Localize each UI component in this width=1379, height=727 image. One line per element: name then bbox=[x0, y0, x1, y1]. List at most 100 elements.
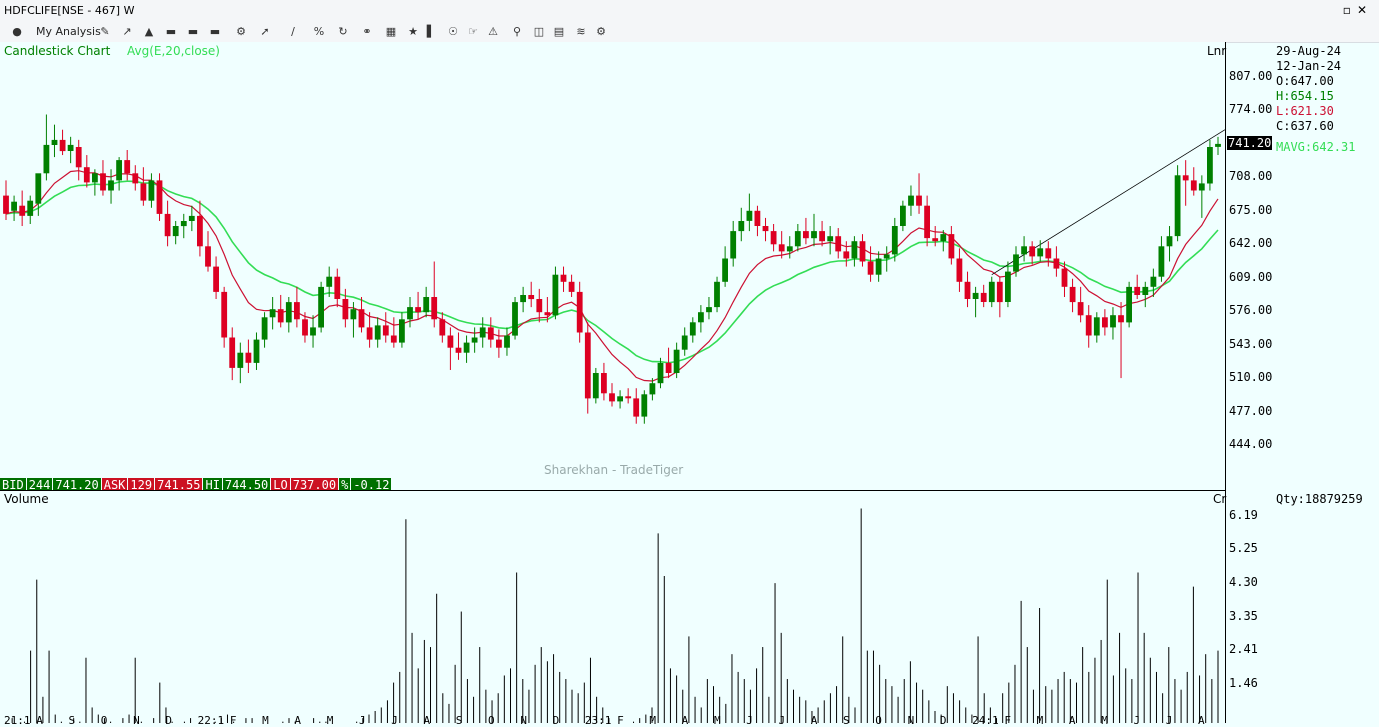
candle[interactable] bbox=[592, 367, 599, 404]
candle[interactable] bbox=[415, 291, 421, 320]
link-icon[interactable]: ⚭ bbox=[360, 25, 374, 39]
candle[interactable] bbox=[633, 388, 640, 424]
candle[interactable] bbox=[1093, 312, 1100, 343]
cursor-icon[interactable]: ➚ bbox=[258, 25, 272, 39]
candle[interactable] bbox=[390, 317, 397, 348]
candle[interactable] bbox=[1013, 246, 1019, 277]
candle[interactable] bbox=[988, 276, 995, 308]
candle[interactable] bbox=[625, 388, 632, 404]
candle[interactable] bbox=[148, 173, 155, 208]
price-chart[interactable] bbox=[0, 42, 1226, 490]
candle[interactable] bbox=[996, 276, 1003, 318]
candle[interactable] bbox=[237, 342, 244, 384]
candle[interactable] bbox=[124, 149, 131, 181]
candle[interactable] bbox=[334, 268, 341, 308]
candle[interactable] bbox=[188, 205, 195, 232]
candle[interactable] bbox=[576, 281, 583, 343]
candle[interactable] bbox=[956, 248, 963, 292]
pointer-icon[interactable]: ☞ bbox=[466, 25, 480, 39]
candle[interactable] bbox=[1134, 274, 1141, 300]
candle[interactable] bbox=[1142, 281, 1149, 308]
line-chart-icon[interactable]: ≋ bbox=[574, 25, 588, 39]
candle[interactable] bbox=[1021, 236, 1027, 262]
candle[interactable] bbox=[277, 294, 284, 328]
candle[interactable] bbox=[875, 251, 882, 282]
candle[interactable] bbox=[19, 190, 26, 227]
candle[interactable] bbox=[399, 312, 405, 348]
candle[interactable] bbox=[310, 315, 316, 348]
candle[interactable] bbox=[132, 165, 139, 191]
candle[interactable] bbox=[770, 223, 777, 252]
candle[interactable] bbox=[1118, 302, 1124, 379]
candle[interactable] bbox=[43, 114, 50, 181]
my-analysis-button[interactable]: My Analysis bbox=[36, 24, 101, 40]
candle[interactable] bbox=[1077, 286, 1084, 323]
candle[interactable] bbox=[673, 342, 680, 379]
table-icon[interactable]: ▦ bbox=[384, 25, 398, 39]
candle[interactable] bbox=[269, 296, 276, 330]
candle[interactable] bbox=[843, 241, 850, 267]
candle[interactable] bbox=[738, 207, 745, 242]
candle[interactable] bbox=[180, 213, 187, 239]
candle[interactable] bbox=[197, 200, 203, 257]
candle[interactable] bbox=[1182, 160, 1189, 206]
candle[interactable] bbox=[261, 312, 268, 348]
window-controls[interactable]: ▫✕ bbox=[1343, 3, 1373, 17]
candle[interactable] bbox=[205, 231, 211, 272]
candle[interactable] bbox=[827, 226, 834, 255]
candle[interactable] bbox=[851, 236, 858, 267]
candle[interactable] bbox=[1061, 261, 1068, 297]
drawing-tools-icon[interactable]: ✎ bbox=[98, 25, 112, 39]
candle[interactable] bbox=[67, 136, 74, 164]
restore-icon[interactable]: ▫ bbox=[1343, 3, 1357, 17]
zoom-icon[interactable]: ⚲ bbox=[510, 25, 524, 39]
candle[interactable] bbox=[698, 305, 704, 333]
volume-scale-mode[interactable]: Cr bbox=[1213, 492, 1226, 506]
candle[interactable] bbox=[100, 160, 106, 196]
candle[interactable] bbox=[1215, 136, 1221, 156]
candle[interactable] bbox=[245, 339, 252, 374]
entry-icon[interactable]: ▬ bbox=[164, 25, 178, 39]
candle[interactable] bbox=[431, 261, 438, 328]
candle[interactable] bbox=[1207, 139, 1213, 191]
candle[interactable] bbox=[164, 200, 171, 247]
candle[interactable] bbox=[455, 332, 462, 360]
candle[interactable] bbox=[762, 217, 769, 242]
candle[interactable] bbox=[1158, 236, 1165, 282]
candle[interactable] bbox=[706, 296, 712, 320]
candle[interactable] bbox=[59, 129, 66, 156]
candle[interactable] bbox=[601, 362, 607, 401]
candle[interactable] bbox=[916, 173, 922, 214]
scale-mode-label[interactable]: Lnr bbox=[1207, 44, 1226, 58]
candle[interactable] bbox=[374, 317, 381, 348]
candle[interactable] bbox=[447, 327, 454, 370]
candle[interactable] bbox=[964, 271, 971, 308]
candle[interactable] bbox=[754, 205, 761, 237]
candle[interactable] bbox=[1174, 165, 1181, 242]
candle[interactable] bbox=[908, 185, 914, 216]
candle[interactable] bbox=[407, 296, 413, 328]
stop-icon[interactable]: ▬ bbox=[186, 25, 200, 39]
candle[interactable] bbox=[172, 220, 179, 245]
export-icon[interactable]: ◫ bbox=[532, 25, 546, 39]
globe-icon[interactable]: ☉ bbox=[446, 25, 460, 39]
bar-chart-icon[interactable]: ▌ bbox=[424, 25, 438, 39]
candle[interactable] bbox=[1198, 175, 1205, 218]
calendar-icon[interactable]: ▤ bbox=[552, 25, 566, 39]
candle[interactable] bbox=[552, 266, 559, 320]
candle[interactable] bbox=[285, 296, 292, 333]
candle[interactable] bbox=[221, 286, 228, 348]
candle[interactable] bbox=[584, 322, 591, 414]
candle[interactable] bbox=[819, 220, 825, 247]
candle[interactable] bbox=[463, 335, 470, 363]
candle[interactable] bbox=[924, 195, 930, 247]
candle[interactable] bbox=[156, 173, 163, 221]
candle[interactable] bbox=[900, 200, 906, 232]
fibonacci-icon[interactable]: % bbox=[312, 25, 326, 39]
settings-icon[interactable]: ⚙ bbox=[234, 25, 248, 39]
volume-panel[interactable] bbox=[0, 491, 1225, 727]
candle[interactable] bbox=[439, 312, 446, 343]
candle[interactable] bbox=[1190, 167, 1197, 196]
candle[interactable] bbox=[487, 317, 494, 348]
candle[interactable] bbox=[568, 274, 575, 297]
